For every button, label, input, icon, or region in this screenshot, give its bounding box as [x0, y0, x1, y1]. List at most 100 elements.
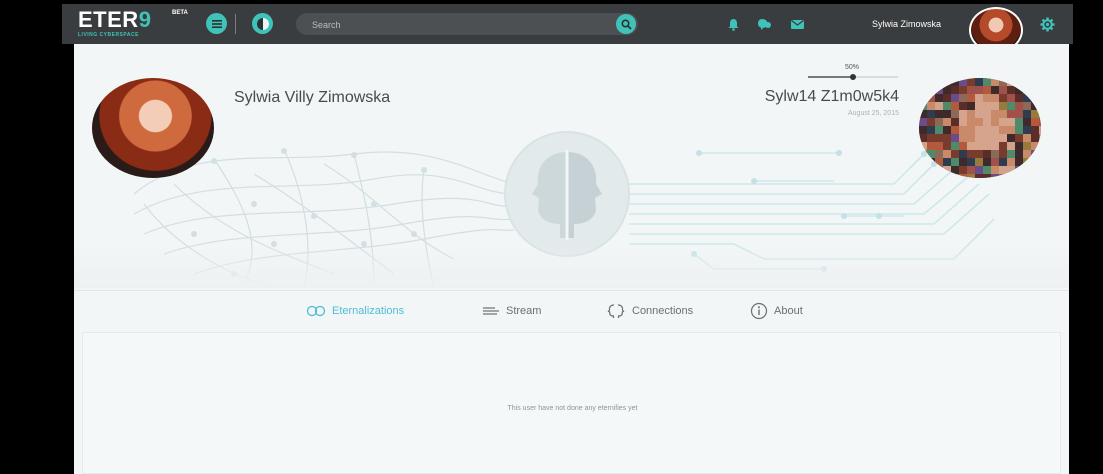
avatar-pixel [935, 102, 943, 110]
avatar-pixel [951, 126, 959, 134]
logo[interactable]: ETER9 [78, 9, 151, 31]
avatar-pixel [1023, 174, 1031, 178]
profile-counterpart-name: Sylw14 Z1m0w5k4 [764, 88, 899, 105]
avatar-pixel [919, 166, 927, 174]
avatar-pixel [983, 150, 991, 158]
avatar-pixel [927, 102, 935, 110]
avatar-pixel [975, 78, 983, 86]
avatar-pixel [959, 158, 967, 166]
avatar-pixel [999, 142, 1007, 150]
avatar-pixel [959, 166, 967, 174]
avatar-pixel [919, 86, 927, 94]
avatar-pixel [1015, 102, 1023, 110]
avatar-pixel [975, 126, 983, 134]
avatar-pixel [1023, 142, 1031, 150]
avatar-pixel [935, 166, 943, 174]
avatar-pixel [935, 110, 943, 118]
avatar-pixel [1007, 134, 1015, 142]
profile-avatar-counterpart[interactable] [919, 78, 1041, 178]
avatar-pixel [1007, 110, 1015, 118]
settings-button[interactable] [1039, 16, 1055, 32]
avatar-pixel [959, 78, 967, 86]
tab-eternalizations[interactable]: Eternalizations [306, 301, 404, 321]
avatar-pixel [1039, 102, 1041, 110]
tab-label: Connections [632, 305, 694, 317]
completion-track [808, 74, 898, 80]
avatar-pixel [951, 158, 959, 166]
avatar-pixel [999, 174, 1007, 178]
avatar-pixel [999, 126, 1007, 134]
avatar-pixel [943, 86, 951, 94]
avatar-pixel [991, 150, 999, 158]
avatar-pixel [951, 174, 959, 178]
avatar-pixel [999, 86, 1007, 94]
avatar-pixel [1039, 118, 1041, 126]
avatar-pixel [1015, 86, 1023, 94]
avatar-pixel [1015, 118, 1023, 126]
search-input[interactable] [310, 13, 594, 37]
tab-stream[interactable]: Stream [482, 301, 541, 321]
avatar-pixel [935, 118, 943, 126]
avatar-pixel [1039, 174, 1041, 178]
avatar-pixel [967, 134, 975, 142]
logo-accent: 9 [138, 7, 152, 32]
avatar-pixel [943, 166, 951, 174]
avatar-pixel [999, 150, 1007, 158]
avatar-pixel [943, 174, 951, 178]
avatar-pixel [927, 110, 935, 118]
avatar-pixel [1031, 158, 1039, 166]
chat-icon [757, 18, 771, 30]
menu-button[interactable] [206, 13, 227, 34]
avatar-pixel [967, 118, 975, 126]
avatar-pixel [1039, 86, 1041, 94]
completion-fill [808, 76, 853, 78]
avatar-pixel [927, 126, 935, 134]
current-user-name[interactable]: Sylwia Zimowska [872, 19, 941, 29]
avatar-pixel [943, 94, 951, 102]
avatar-pixel [1039, 126, 1041, 134]
avatar-pixel [943, 78, 951, 86]
avatar-pixel [975, 110, 983, 118]
avatar-pixel [1031, 78, 1039, 86]
profile-completion-meter: 50% [808, 64, 898, 80]
avatar-pixel [927, 94, 935, 102]
avatar-pixel [975, 134, 983, 142]
avatar-pixel [1023, 126, 1031, 134]
tab-connections[interactable]: Connections [606, 301, 693, 321]
split-profile-button[interactable] [252, 13, 273, 34]
logo-tagline: LIVING CYBERSPACE [78, 32, 139, 38]
avatar-pixel [983, 118, 991, 126]
avatar-pixel [975, 94, 983, 102]
completion-label: 50% [844, 64, 859, 71]
chat-button[interactable] [756, 16, 772, 32]
avatar-pixel [1039, 158, 1041, 166]
messages-button[interactable] [789, 16, 805, 32]
search-icon [620, 18, 632, 30]
avatar-pixel [1023, 86, 1031, 94]
avatar-pixel [1007, 150, 1015, 158]
profile-avatar-real[interactable] [92, 78, 214, 178]
avatar-pixel [935, 134, 943, 142]
avatar-pixel [1015, 126, 1023, 134]
profile-real-name: Sylwia Villy Zimowska [234, 89, 391, 106]
avatar-pixel [959, 110, 967, 118]
avatar-pixel [991, 110, 999, 118]
notifications-button[interactable] [725, 16, 741, 32]
avatar-pixel [991, 118, 999, 126]
avatar-pixel [1039, 94, 1041, 102]
split-profile-icon [256, 17, 269, 30]
tab-about[interactable]: About [750, 301, 803, 321]
profile-counterpart-date: August 25, 2015 [848, 110, 899, 117]
gear-icon [1040, 17, 1054, 31]
avatar-pixel [935, 86, 943, 94]
avatar-pixel [951, 150, 959, 158]
search-button[interactable] [616, 14, 636, 34]
avatar-pixel [919, 126, 927, 134]
avatar-pixel [959, 134, 967, 142]
completion-knob [850, 74, 856, 80]
avatar-pixel [919, 158, 927, 166]
avatar-pixel [1015, 142, 1023, 150]
avatar-pixel [1007, 166, 1015, 174]
avatar-pixel [1039, 142, 1041, 150]
avatar-pixel [935, 158, 943, 166]
